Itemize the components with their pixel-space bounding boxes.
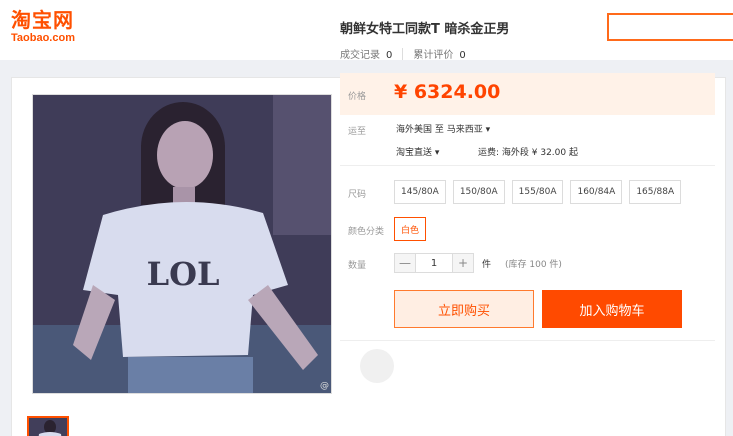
shipping-route-select[interactable]: 海外美国 至 马来西亚 ▾ bbox=[396, 122, 490, 135]
shirt-print-text: LOL bbox=[147, 255, 220, 293]
shipping-fee: 运费: 海外段 ¥ 32.00 起 bbox=[478, 148, 578, 158]
stock-count: (库存 100 件) bbox=[505, 259, 562, 270]
reviews-count: 0 bbox=[459, 50, 466, 61]
size-option[interactable]: 165/88A bbox=[629, 180, 682, 204]
size-option[interactable]: 150/80A bbox=[452, 180, 505, 204]
product-stats: 成交记录 0 累计评价 0 bbox=[340, 46, 466, 61]
deal-records[interactable]: 成交记录 0 bbox=[340, 46, 392, 61]
quantity-stepper: — 1 + 件 (库存 100 件) bbox=[394, 253, 562, 273]
quantity-label: 数量 bbox=[348, 261, 367, 271]
buy-now-button[interactable]: 立即购买 bbox=[394, 290, 534, 328]
watermark-icon: @ bbox=[320, 381, 329, 391]
size-option[interactable]: 160/84A bbox=[570, 180, 623, 204]
section-divider bbox=[340, 165, 715, 166]
product-card: LOL @ bbox=[11, 77, 726, 436]
color-option-white[interactable]: 白色 bbox=[394, 217, 427, 241]
product-title: 朝鲜女特工同款T 暗杀金正男 bbox=[340, 22, 510, 37]
price-value: ¥ 6324.00 bbox=[394, 81, 501, 103]
stats-divider bbox=[402, 47, 404, 60]
price-label: 价格 bbox=[348, 92, 367, 102]
size-options: 145/80A 150/80A 155/80A 160/84A 165/88A bbox=[394, 180, 688, 204]
deal-records-count: 0 bbox=[386, 50, 393, 61]
quantity-unit: 件 bbox=[482, 259, 492, 270]
size-option[interactable]: 145/80A bbox=[394, 180, 446, 204]
product-thumbnail[interactable] bbox=[27, 416, 69, 436]
seller-avatar bbox=[360, 349, 394, 383]
quantity-input[interactable]: 1 bbox=[416, 253, 452, 273]
quantity-decrease-button[interactable]: — bbox=[394, 253, 416, 273]
shipping-method-select[interactable]: 淘宝直送 ▾ bbox=[396, 145, 439, 158]
price-row: 价格 ¥ 6324.00 bbox=[340, 73, 715, 115]
size-label: 尺码 bbox=[348, 190, 367, 200]
taobao-logo-subtitle: Taobao.com bbox=[11, 32, 75, 44]
taobao-logo[interactable]: 淘宝网 bbox=[11, 9, 74, 31]
reviews-label: 累计评价 bbox=[413, 50, 454, 61]
reviews[interactable]: 累计评价 0 bbox=[413, 46, 465, 61]
size-option[interactable]: 155/80A bbox=[511, 180, 564, 204]
search-input[interactable] bbox=[607, 13, 733, 41]
shipping-label: 运至 bbox=[348, 127, 367, 137]
product-photo: LOL bbox=[33, 95, 331, 393]
product-main-image[interactable]: LOL @ bbox=[32, 94, 332, 394]
deal-records-label: 成交记录 bbox=[340, 50, 380, 61]
color-label: 颜色分类 bbox=[348, 227, 385, 237]
thumbnail-photo bbox=[29, 418, 67, 436]
add-to-cart-button[interactable]: 加入购物车 bbox=[542, 290, 682, 328]
quantity-increase-button[interactable]: + bbox=[452, 253, 474, 273]
seller-panel bbox=[340, 340, 715, 383]
